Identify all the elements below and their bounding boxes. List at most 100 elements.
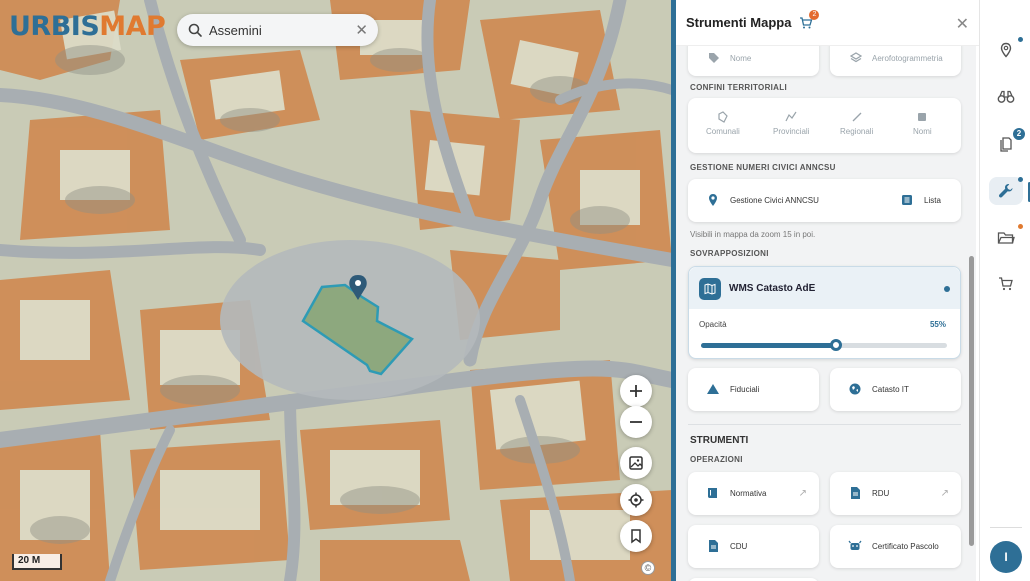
pin-icon <box>709 194 717 206</box>
map-icon <box>704 283 716 295</box>
bookmark-button[interactable] <box>620 520 652 552</box>
confini-card: Comunali Provinciali Regionali Nomi <box>688 98 961 153</box>
boundary-icon <box>718 111 728 123</box>
rail-binoculars-button[interactable] <box>992 83 1020 111</box>
catasto-it-label: Catasto IT <box>872 384 909 394</box>
folder-icon <box>997 232 1015 244</box>
cart-badge: 2 <box>809 9 820 20</box>
civici-section-title: GESTIONE NUMERI CIVICI ANNCSU <box>690 163 836 172</box>
aerofotogrammetria-label: Aerofotogrammetria <box>872 53 943 63</box>
civici-zoom-hint: Visibili in mappa da zoom 15 in poi. <box>690 230 816 239</box>
search-icon <box>188 23 202 37</box>
opacity-slider[interactable] <box>701 339 947 351</box>
app-logo[interactable]: URBISMAP <box>9 11 166 42</box>
line-icon <box>852 112 862 122</box>
search-input[interactable] <box>209 22 356 38</box>
documents-badge: 2 <box>1013 128 1025 140</box>
rail-folder-dot <box>1018 224 1023 229</box>
document-icon <box>709 540 718 552</box>
external-link-icon: ↗ <box>798 488 807 499</box>
catasto-it-button[interactable]: Catasto IT <box>830 368 961 411</box>
regionali-toggle[interactable]: Regionali <box>840 111 873 136</box>
list-icon <box>918 113 927 121</box>
divider <box>688 424 961 425</box>
basemap-button[interactable] <box>620 447 652 479</box>
sovrapposizioni-section-title: SOVRAPPOSIZIONI <box>690 249 769 258</box>
zoom-out-button[interactable] <box>620 406 652 438</box>
opacity-label: Opacità <box>699 320 727 329</box>
fiduciali-button[interactable]: Fiduciali <box>688 368 819 411</box>
panel-title: Strumenti Mappa <box>686 15 792 30</box>
aerofotogrammetria-button[interactable]: Aerofotogrammetria <box>830 46 961 76</box>
certificato-pascolo-label: Certificato Pascolo <box>872 541 939 551</box>
wms-catasto-card: WMS Catasto AdE Opacità 55% <box>688 266 961 359</box>
clear-search-icon[interactable]: ✕ <box>355 21 368 39</box>
rail-folder-button[interactable] <box>992 224 1020 252</box>
close-icon[interactable]: ✕ <box>956 14 969 34</box>
locate-button[interactable] <box>620 484 652 516</box>
globe-icon <box>849 383 861 395</box>
lista-button[interactable]: Lista <box>900 193 941 207</box>
list-icon <box>902 195 912 205</box>
rail-location-dot <box>1018 37 1023 42</box>
tag-icon <box>709 53 719 63</box>
crosshair-icon <box>628 492 644 508</box>
layers-icon <box>850 52 862 63</box>
zoom-in-button[interactable] <box>620 375 652 407</box>
panel-scroll-area[interactable]: Nome Aerofotogrammetria CONFINI TERRITOR… <box>676 46 976 581</box>
nomi-toggle[interactable]: Nomi <box>913 111 932 136</box>
nome-button[interactable]: Nome <box>688 46 819 76</box>
cart-button[interactable]: 2 <box>799 9 820 30</box>
plus-icon <box>630 385 642 397</box>
opacity-slider-handle[interactable] <box>830 339 843 351</box>
rail-tools-dot <box>1018 177 1023 182</box>
civici-card: Gestione Civici ANNCSU Lista <box>688 179 961 222</box>
wms-catasto-label: WMS Catasto AdE <box>729 283 816 294</box>
strumenti-section-title: STRUMENTI <box>690 435 749 446</box>
gestione-civici-button[interactable]: Gestione Civici ANNCSU <box>706 193 819 207</box>
rail-divider <box>990 527 1022 528</box>
logo-part-2: MAP <box>99 11 166 42</box>
cdu-button[interactable]: CDU <box>688 525 819 568</box>
opacity-value: 55% <box>929 320 946 329</box>
opacity-slider-fill <box>701 343 837 348</box>
bookmark-icon <box>631 529 641 544</box>
operazioni-section-title: OPERAZIONI <box>690 455 743 464</box>
book-icon <box>708 488 717 498</box>
documents-icon <box>1000 137 1012 152</box>
rdu-button[interactable]: RDU ↗ <box>830 472 961 515</box>
certificato-pascolo-button[interactable]: Certificato Pascolo <box>830 525 961 568</box>
boundary-icon <box>785 111 797 122</box>
wrench-icon <box>998 184 1013 198</box>
rail-location-button[interactable] <box>992 36 1020 64</box>
cart-icon <box>999 277 1013 291</box>
image-icon <box>629 456 643 470</box>
minus-icon <box>630 421 642 423</box>
user-avatar[interactable]: I <box>990 541 1022 573</box>
tools-panel: Strumenti Mappa 2 ✕ Nome Aerofotogrammet… <box>671 0 979 581</box>
rdu-label: RDU <box>872 488 890 498</box>
provinciali-label: Provinciali <box>773 127 810 136</box>
normativa-button[interactable]: Normativa ↗ <box>688 472 819 515</box>
rail-cart-button[interactable] <box>992 270 1020 298</box>
wms-active-indicator <box>944 286 950 292</box>
map-scale: 20 M <box>12 554 62 570</box>
lista-label: Lista <box>924 195 941 205</box>
cow-icon <box>848 540 862 550</box>
wms-toggle[interactable] <box>699 278 721 300</box>
location-pin-icon <box>1000 42 1012 58</box>
triangle-icon <box>707 384 719 394</box>
cdu-label: CDU <box>730 541 748 551</box>
nome-label: Nome <box>730 53 752 63</box>
nomi-label: Nomi <box>913 127 932 136</box>
regionali-label: Regionali <box>840 127 874 136</box>
document-icon <box>851 487 860 499</box>
provinciali-toggle[interactable]: Provinciali <box>773 111 809 136</box>
panel-scrollbar[interactable] <box>969 256 974 546</box>
comunali-toggle[interactable]: Comunali <box>706 111 740 136</box>
panel-header: Strumenti Mappa 2 ✕ <box>676 0 979 46</box>
map-view[interactable]: URBISMAP ✕ 20 M © <box>0 0 672 581</box>
comunali-label: Comunali <box>706 127 740 136</box>
gestione-civici-label: Gestione Civici ANNCSU <box>730 195 819 205</box>
attribution-button[interactable]: © <box>641 561 655 575</box>
